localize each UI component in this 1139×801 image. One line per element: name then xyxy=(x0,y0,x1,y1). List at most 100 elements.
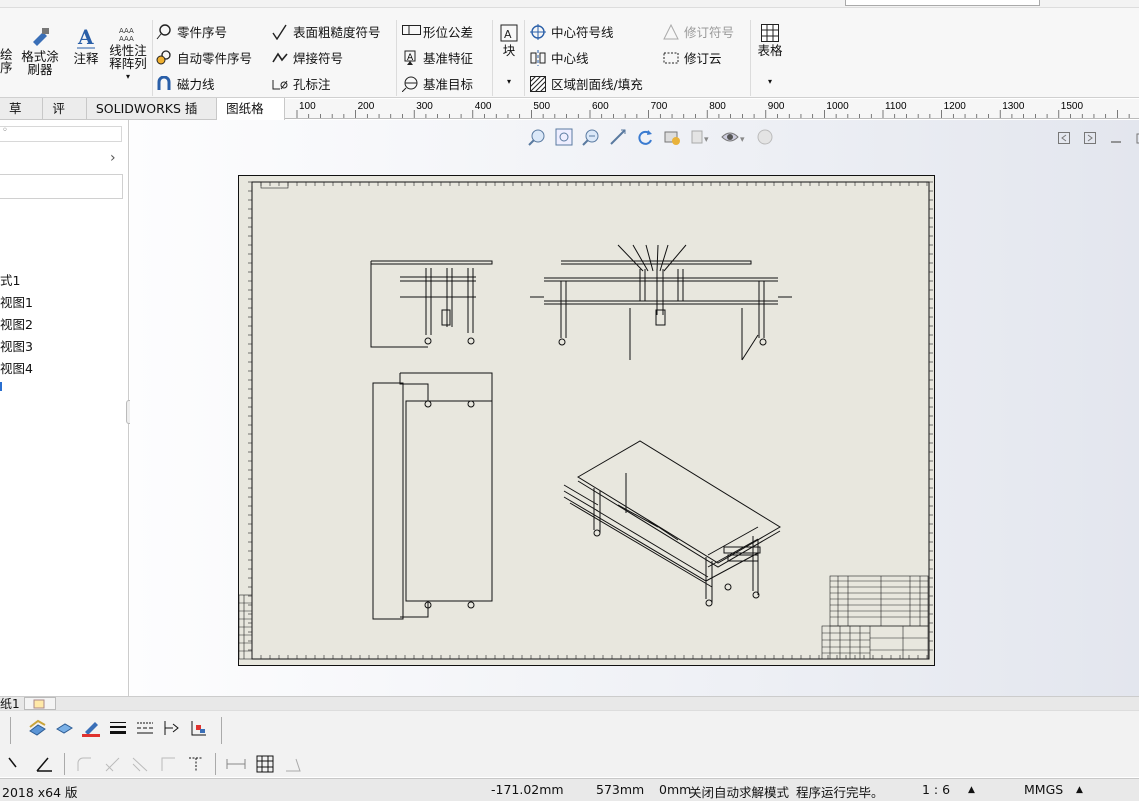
layers-icon[interactable] xyxy=(55,719,73,737)
horizontal-dimension-icon[interactable] xyxy=(226,755,246,773)
svg-text:▾: ▾ xyxy=(740,135,745,145)
unit-system[interactable]: MMGS xyxy=(1024,782,1063,797)
rollback-bar[interactable] xyxy=(0,382,2,391)
balloon-button[interactable]: 零件序号 xyxy=(156,22,227,41)
trim-icon[interactable] xyxy=(131,755,149,773)
display-style-icon[interactable] xyxy=(663,128,681,146)
chamfer-icon[interactable] xyxy=(103,755,121,773)
geometric-tolerance-label: 形位公差 xyxy=(423,25,474,40)
horizontal-ruler: 100 200 300 400 500 600 700 800 900 1000 1100 1200 1… xyxy=(285,99,1139,119)
datum-target-button[interactable]: 基准目标 xyxy=(401,74,473,93)
chevron-down-icon: ▾ xyxy=(767,77,772,86)
corner-icon[interactable] xyxy=(159,755,177,773)
solve-mode[interactable]: 关闭自动求解模式 xyxy=(689,782,789,801)
scene-icon[interactable] xyxy=(756,128,774,146)
hide-show-edges-icon[interactable] xyxy=(163,719,181,737)
line-color-icon[interactable] xyxy=(82,719,100,737)
z-coordinate: 0mm xyxy=(659,782,692,797)
tree-item-view2[interactable]: 视图2 xyxy=(0,314,33,333)
centerline-button[interactable]: 中心线 xyxy=(530,48,589,67)
ruler-label: 600 xyxy=(592,101,609,112)
chevron-up-icon[interactable]: ▲ xyxy=(968,785,975,795)
revision-cloud-button[interactable]: 修订云 xyxy=(663,48,722,67)
align-left-icon[interactable] xyxy=(8,755,26,773)
extend-icon[interactable] xyxy=(187,755,205,773)
rotate-icon[interactable] xyxy=(636,128,654,146)
ruler-label: 1100 xyxy=(885,101,907,112)
annotation-button[interactable]: A 注释 xyxy=(70,25,102,65)
block-label: 块 xyxy=(502,43,516,58)
svg-text:AAA: AAA xyxy=(119,27,134,35)
surface-finish-label: 表面粗糙度符号 xyxy=(293,25,381,40)
linear-pattern-button[interactable]: AAA AAA 线性注 释阵列 ▾ xyxy=(106,26,150,83)
zoom-to-fit-icon[interactable] xyxy=(528,128,546,146)
fillet-icon[interactable] xyxy=(75,755,93,773)
filter-icon: ◦ xyxy=(2,125,8,136)
datum-feature-icon: A xyxy=(402,50,418,66)
line-thickness-icon[interactable] xyxy=(109,719,127,737)
tab-solidworks-addins[interactable]: SOLIDWORKS 插件 xyxy=(87,98,218,138)
grid-icon[interactable] xyxy=(256,755,274,773)
ruler-label: 200 xyxy=(358,101,375,112)
search-input[interactable] xyxy=(845,0,1040,6)
magnetic-line-button[interactable]: 磁力线 xyxy=(156,74,215,93)
angle-icon[interactable] xyxy=(284,755,302,773)
view-settings-icon[interactable]: ▾ xyxy=(721,128,747,146)
chevron-right-icon[interactable]: › xyxy=(110,150,116,166)
weld-symbol-button[interactable]: 焊接符号 xyxy=(272,48,343,67)
linear-pattern-icon: AAAAAA xyxy=(119,27,134,43)
line-style-icon[interactable] xyxy=(136,719,154,737)
restore-left-icon[interactable] xyxy=(1058,132,1070,144)
centermark-button[interactable]: 中心符号线 xyxy=(530,22,614,41)
layer-properties-icon[interactable] xyxy=(28,719,46,737)
area-hatch-label: 区域剖面线/填充 xyxy=(551,77,643,92)
version-label: 2018 x64 版 xyxy=(2,785,78,800)
sheet-scale[interactable]: 1 : 6 xyxy=(922,782,950,797)
previous-view-icon[interactable] xyxy=(582,128,600,146)
y-coordinate: 573mm xyxy=(596,782,645,797)
chevron-down-icon: ▾ xyxy=(506,77,511,86)
auto-balloon-button[interactable]: 自动零件序号 xyxy=(156,48,252,67)
geometric-tolerance-button[interactable]: 形位公差 xyxy=(402,22,473,41)
revision-cloud-label: 修订云 xyxy=(684,51,722,66)
tree-item-view4[interactable]: 视图4 xyxy=(0,358,33,377)
hide-show-icon[interactable]: ▾ xyxy=(690,128,712,146)
surface-finish-button[interactable]: 表面粗糙度符号 xyxy=(272,22,381,41)
tab-evaluate[interactable]: 评估 xyxy=(43,98,87,138)
zoom-to-area-icon[interactable] xyxy=(555,128,573,146)
area-hatch-button[interactable]: 区域剖面线/填充 xyxy=(529,74,643,93)
cut-command[interactable]: 绘 序 xyxy=(0,48,13,74)
datum-feature-button[interactable]: A 基准特征 xyxy=(402,48,473,67)
ruler-label: 300 xyxy=(416,101,433,112)
add-sheet-button[interactable] xyxy=(24,697,56,710)
revision-cloud-icon xyxy=(663,50,679,66)
chevron-up-icon[interactable]: ▲ xyxy=(1076,785,1083,795)
format-painter-button[interactable]: 格式涂 刷器 xyxy=(18,26,62,76)
color-display-mode-icon[interactable] xyxy=(190,719,208,737)
revision-symbol-button[interactable]: 修订符号 xyxy=(663,22,734,41)
table-icon xyxy=(761,24,779,42)
minimize-icon[interactable] xyxy=(1110,132,1122,144)
tab-sheet-format[interactable]: 图纸格式 xyxy=(217,98,285,138)
hole-callout-button[interactable]: 孔标注 xyxy=(272,74,331,93)
graphics-area[interactable]: ▾ ▾ xyxy=(130,120,1139,696)
linear-pattern-label-2: 释阵列 xyxy=(109,56,147,71)
restore-right-icon[interactable] xyxy=(1084,132,1096,144)
angle-dimension-icon[interactable] xyxy=(36,755,54,773)
feature-manager-panel: ◦ › 式1 视图1 视图2 视图3 视图4 xyxy=(0,120,136,696)
drawing-sheet[interactable] xyxy=(238,175,936,668)
tree-item-view3[interactable]: 视图3 xyxy=(0,336,33,355)
tree-item-sheet-format[interactable]: 式1 xyxy=(0,270,20,289)
tree-item-view1[interactable]: 视图1 xyxy=(0,292,33,311)
svg-text:AAA: AAA xyxy=(119,35,134,42)
tab-sketch[interactable]: 草图 xyxy=(0,98,44,138)
format-painter-icon xyxy=(33,28,49,46)
table-button[interactable]: 表格 ▾ xyxy=(755,24,785,88)
pan-icon[interactable] xyxy=(609,128,627,146)
magnetic-line-label: 磁力线 xyxy=(177,77,215,92)
filter-input[interactable]: ◦ xyxy=(0,125,122,142)
block-icon: A xyxy=(500,24,518,42)
surface-finish-icon xyxy=(272,24,288,40)
svg-text:A: A xyxy=(407,53,414,63)
block-button[interactable]: A 块 ▾ xyxy=(497,24,521,88)
